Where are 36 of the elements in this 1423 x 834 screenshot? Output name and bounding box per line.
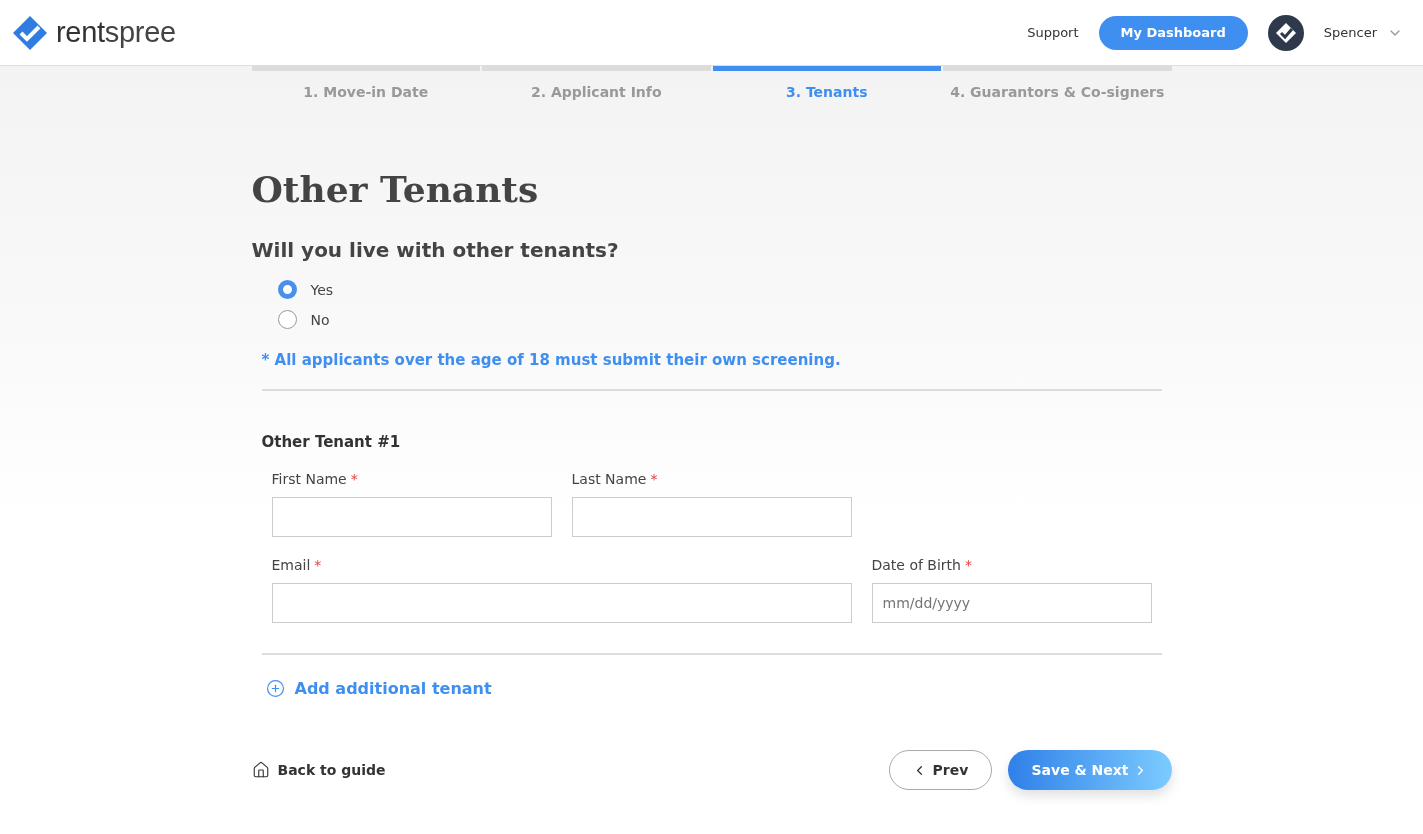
support-link[interactable]: Support [1027,25,1079,40]
step-tab[interactable]: 1. Move-in Date [251,66,480,100]
prev-button[interactable]: Prev [888,750,992,790]
input-field[interactable] [271,583,852,623]
option-label: No [310,311,330,328]
field-label: Email [271,557,311,573]
question: Will you live with other tenants? [251,238,620,262]
avatar-icon [1267,14,1304,51]
field-label: First Name [271,471,347,487]
radio-button[interactable] [277,280,297,299]
input-field[interactable] [271,497,552,537]
back-link[interactable]: Back to guide [251,761,386,779]
home-icon [251,761,270,779]
step-tab[interactable]: 2. Applicant Info [482,66,711,100]
logo-text: rentspree [56,16,176,49]
user-menu[interactable]: Spencer [1323,24,1403,41]
input-field[interactable]: mm/dd/yyyy [871,583,1152,623]
required-mark: * [350,471,358,487]
required-mark: * [964,557,972,573]
dashboard-button[interactable]: My Dashboard [1098,15,1248,50]
plus-icon [265,679,285,698]
input-field[interactable] [571,497,852,537]
note: * All applicants over the age of 18 must submit their own screening. [261,351,842,369]
step-tab[interactable]: 4. Guarantors & Co-signers [943,66,1172,100]
add-tenant-button[interactable]: Add additional tenant [265,679,492,698]
radio-button[interactable] [277,310,297,329]
option-label: Yes [310,281,334,298]
required-mark: * [650,471,658,487]
save-next-button[interactable]: Save & Next [1007,750,1172,790]
tenant-heading: Other Tenant #1 [261,433,402,451]
logo-icon [12,14,48,51]
page-title: Other Tenants [251,168,540,210]
step-tab[interactable]: 3. Tenants [712,66,941,100]
field-label: Last Name [571,471,647,487]
required-mark: * [314,557,322,573]
field-label: Date of Birth [871,557,961,573]
